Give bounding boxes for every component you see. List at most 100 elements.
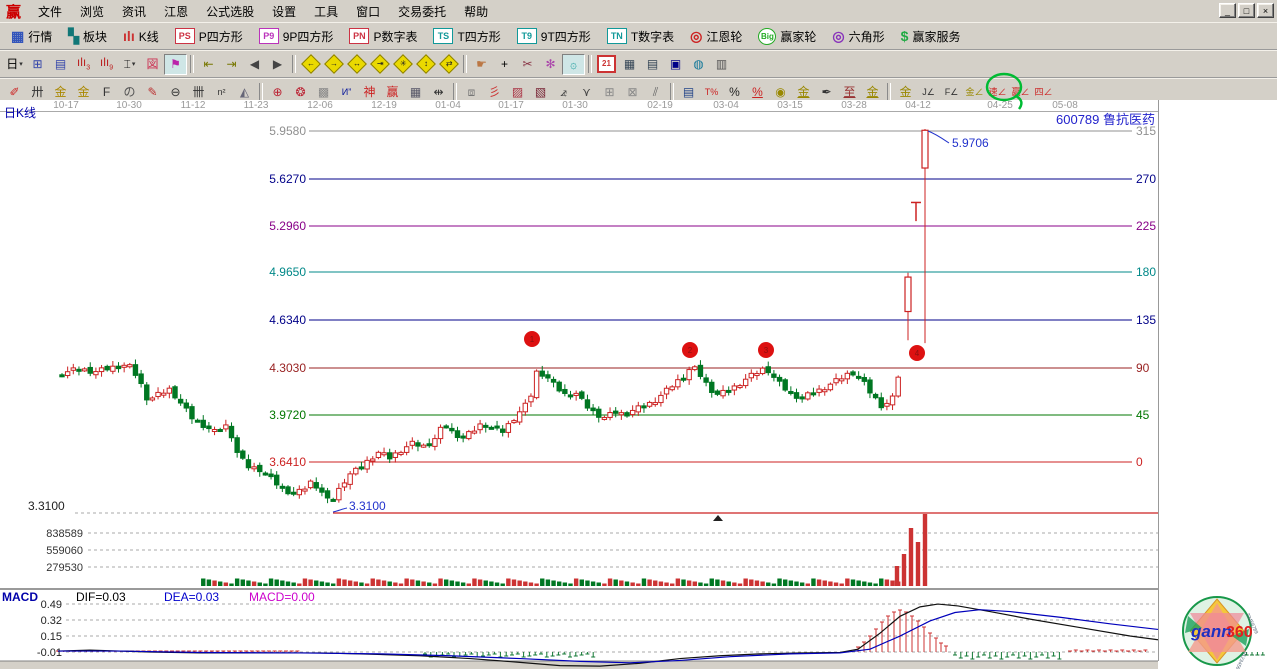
tool-candle-style-button[interactable]: ⌶▾ <box>118 54 141 75</box>
minimize-button[interactable]: _ <box>1219 3 1236 18</box>
tool-f10-info-button[interactable]: ▤ <box>49 54 72 75</box>
box-fan-icon: ▨ <box>512 86 523 98</box>
svg-text:5.9580: 5.9580 <box>269 124 306 138</box>
9p-square-icon: P9 <box>259 28 279 44</box>
svg-text:90: 90 <box>1136 361 1150 375</box>
close-button[interactable]: × <box>1257 3 1274 18</box>
menu-交易委托[interactable]: 交易委托 <box>389 2 455 21</box>
circle-ruler-icon: ⊖ <box>170 86 180 98</box>
tool-gann-swap-button[interactable]: ⇄ <box>437 54 460 75</box>
pattern-search-icon: 図 <box>146 58 158 70</box>
tool-signal-flag-button[interactable]: ⚑ <box>164 54 187 75</box>
candle-style-icon: ⌶ <box>124 58 131 70</box>
tool-smart-tool-button[interactable]: ۞ <box>562 54 585 75</box>
tool-pattern-search-button[interactable]: 図 <box>141 54 164 75</box>
sectors-icon: ▚ <box>68 28 79 45</box>
menu-窗口[interactable]: 窗口 <box>347 2 389 21</box>
svg-text:3.6410: 3.6410 <box>269 455 306 469</box>
svg-text:DIF=0.03: DIF=0.03 <box>76 590 126 604</box>
tool-calculator-button[interactable]: ▦ <box>618 54 641 75</box>
chart-toolbar: 日▾⊞▤ılı3ılı9⌶▾図⚑⇤⇥◀▶←→↔⇥✳↕⇄☛+✂✻۞21▦▤▣◍▥ <box>0 50 1277 78</box>
toolbar-t-square[interactable]: TST四方形 <box>425 25 508 47</box>
tool-multi-chart-button[interactable]: ⊞ <box>26 54 49 75</box>
tool-clear-tool-button[interactable]: ✻ <box>539 54 562 75</box>
svg-text:03-04: 03-04 <box>713 100 739 111</box>
tool-pc-export-button[interactable]: ▥ <box>710 54 733 75</box>
f10-info-icon: ▤ <box>55 58 66 70</box>
toolbar-gann-wheel[interactable]: ◎江恩轮 <box>682 25 750 47</box>
toolbar-t-number-table[interactable]: TNT数字表 <box>599 25 682 47</box>
winner-wheel-label: 赢家轮 <box>780 28 816 45</box>
first-page-icon: ⇤ <box>203 58 213 70</box>
tool-save-floppy-button[interactable]: ▣ <box>664 54 687 75</box>
angle-mirror-icon: ◭ <box>240 86 249 98</box>
menu-items: 文件浏览资讯江恩公式选股设置工具窗口交易委托帮助 <box>29 2 497 21</box>
tool-hand-tool-button[interactable]: ☛ <box>470 54 493 75</box>
grid-123-icon: ▦ <box>410 86 421 98</box>
tool-step-back-button[interactable]: ◀ <box>243 54 266 75</box>
percent-list-icon: ▤ <box>683 86 694 98</box>
tool-report-button[interactable]: ▤ <box>641 54 664 75</box>
toolbar-9t-square[interactable]: T99T四方形 <box>509 25 599 47</box>
menu-工具[interactable]: 工具 <box>305 2 347 21</box>
ying-tool-icon: 赢 <box>386 86 398 98</box>
toolbar-9p-square[interactable]: P99P四方形 <box>251 25 342 47</box>
tool-gann-up-down-button[interactable]: ↕ <box>414 54 437 75</box>
gann-left-icon: ← <box>301 54 321 74</box>
window-controls: _ □ × <box>1219 3 1274 18</box>
gann-right-icon: → <box>324 54 344 74</box>
tool-crosshair-tool-button[interactable]: + <box>493 54 516 75</box>
menu-公式选股[interactable]: 公式选股 <box>197 2 263 21</box>
menu-江恩[interactable]: 江恩 <box>155 2 197 21</box>
tool-gann-converge-button[interactable]: ⇥ <box>368 54 391 75</box>
tool-small-bars-3-button[interactable]: ılı3 <box>72 54 95 75</box>
menu-浏览[interactable]: 浏览 <box>71 2 113 21</box>
gold-ruler-1-icon: 金 <box>54 86 66 98</box>
toolbar-separator <box>453 83 457 101</box>
tool-step-forward-button[interactable]: ▶ <box>266 54 289 75</box>
restore-button[interactable]: □ <box>1238 3 1255 18</box>
chart-panel[interactable]: 10-1710-3011-1211-2312-0612-1901-0401-17… <box>0 100 1277 669</box>
toolbar-winner-service[interactable]: $赢家服务 <box>893 25 969 47</box>
kline-label: K线 <box>139 28 159 45</box>
tool-small-bars-9-button[interactable]: ılı9 <box>95 54 118 75</box>
svg-text:12-06: 12-06 <box>307 100 333 111</box>
tool-gann-left-right-button[interactable]: ↔ <box>345 54 368 75</box>
svg-text:02-19: 02-19 <box>647 100 673 111</box>
clear-tool-icon: ✻ <box>545 58 555 70</box>
last-page-icon: ⇥ <box>226 58 236 70</box>
toolbar-p-number-table[interactable]: PNP数字表 <box>341 25 425 47</box>
toolbar-sectors[interactable]: ▚板块 <box>60 25 115 47</box>
toolbar-market-quotes[interactable]: ▦行情 <box>3 25 60 47</box>
p-number-table-icon: PN <box>349 28 369 44</box>
toolbar-winner-wheel[interactable]: Big赢家轮 <box>750 25 824 47</box>
menu-资讯[interactable]: 资讯 <box>113 2 155 21</box>
svg-text:0: 0 <box>1136 455 1143 469</box>
pen-black-icon: ✒ <box>821 86 831 98</box>
tool-first-page-button[interactable]: ⇤ <box>197 54 220 75</box>
tool-gann-left-button[interactable]: ← <box>299 54 322 75</box>
svg-text:3.3100: 3.3100 <box>349 499 386 513</box>
calendar-21-icon: 21 <box>597 55 616 73</box>
svg-text:01-04: 01-04 <box>435 100 461 111</box>
toolbar-hexagon[interactable]: ◎六角形 <box>824 25 892 47</box>
hexagon-label: 六角形 <box>849 28 885 45</box>
menu-文件[interactable]: 文件 <box>29 2 71 21</box>
tool-gann-star-button[interactable]: ✳ <box>391 54 414 75</box>
gold-angle-icon: 金∠ <box>965 88 983 97</box>
menu-设置[interactable]: 设置 <box>263 2 305 21</box>
delete-line-tool-icon: ✂ <box>522 58 532 70</box>
tool-last-page-button[interactable]: ⇥ <box>220 54 243 75</box>
tool-gann-right-button[interactable]: → <box>322 54 345 75</box>
toolbar-separator <box>259 83 263 101</box>
menu-帮助[interactable]: 帮助 <box>455 2 497 21</box>
svg-text:4.6340: 4.6340 <box>269 313 306 327</box>
tool-web-export-button[interactable]: ◍ <box>687 54 710 75</box>
svg-text:04-12: 04-12 <box>905 100 931 111</box>
tool-period-day-button[interactable]: 日▾ <box>3 54 26 75</box>
svg-text:5.2960: 5.2960 <box>269 219 306 233</box>
toolbar-kline[interactable]: ılıK线 <box>115 25 167 47</box>
tool-delete-line-tool-button[interactable]: ✂ <box>516 54 539 75</box>
tool-calendar-21-button[interactable]: 21 <box>595 54 618 75</box>
toolbar-p-square[interactable]: PSP四方形 <box>167 25 251 47</box>
